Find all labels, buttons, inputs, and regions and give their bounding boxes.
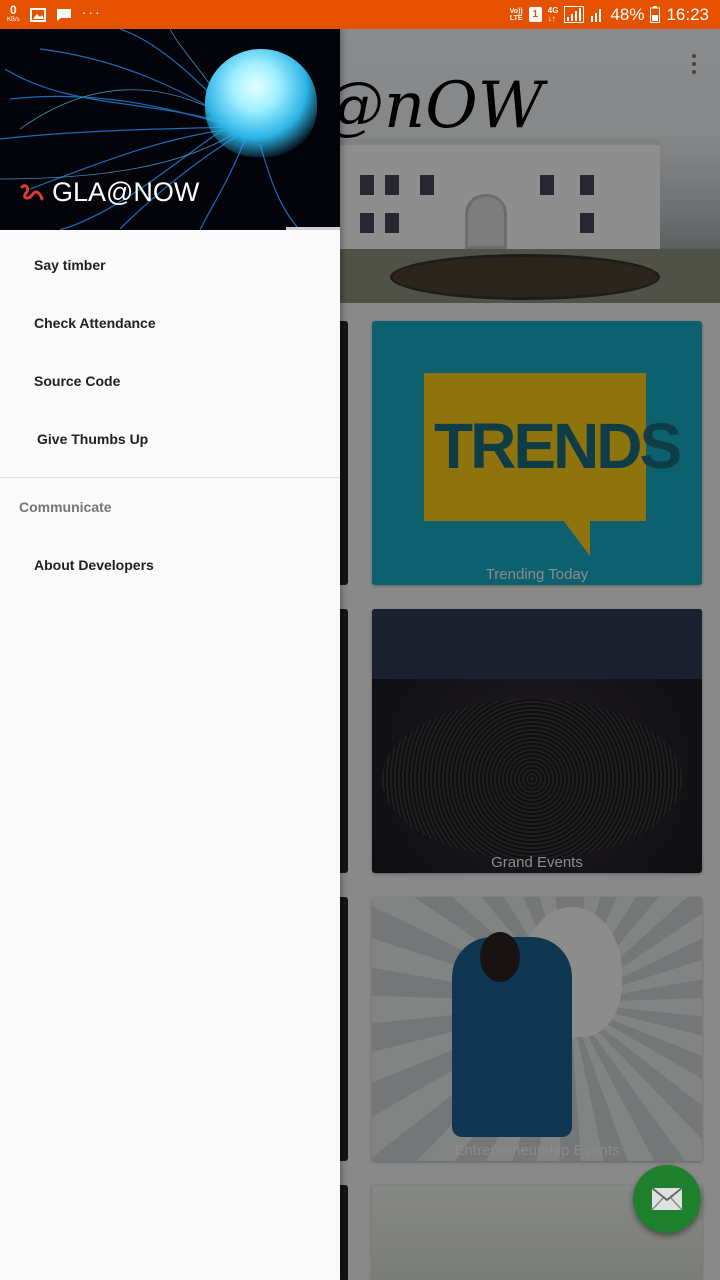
menu-item-about-developers[interactable]: About Developers: [0, 536, 340, 594]
status-bar: 0 KB/s ··· Vo)) LTE 1 4G ↓↑ 48% 16:23: [0, 0, 720, 29]
navigation-drawer: GLA@NOW Say timber Check Attendance Sour…: [0, 29, 340, 1280]
battery-percent: 48%: [610, 4, 645, 24]
menu-item-check-attendance[interactable]: Check Attendance: [0, 294, 340, 352]
drawer-brand: GLA@NOW: [18, 177, 199, 208]
sim-icon: 1: [528, 7, 542, 22]
menu-item-give-thumbs-up[interactable]: Give Thumbs Up: [0, 410, 340, 468]
brand-squiggle-icon: [20, 183, 44, 200]
clock: 16:23: [666, 4, 709, 24]
jellyfish-body: [205, 49, 317, 157]
drawer-menu: Say timber Check Attendance Source Code …: [0, 230, 340, 594]
gallery-notification-icon: [29, 7, 46, 22]
drawer-header: GLA@NOW: [0, 29, 340, 230]
menu-item-say-timber[interactable]: Say timber: [0, 236, 340, 294]
volte-indicator: Vo)) LTE: [509, 7, 523, 22]
mail-fab-button[interactable]: [633, 1165, 701, 1233]
mail-icon: [651, 1187, 683, 1211]
network-type-indicator: 4G ↓↑: [547, 5, 559, 23]
drawer-title: GLA@NOW: [52, 177, 200, 207]
section-header-communicate: Communicate: [19, 499, 112, 515]
data-speed-indicator: 0 KB/s: [7, 3, 20, 23]
battery-icon: [650, 6, 661, 23]
signal-2-icon: [591, 9, 602, 22]
menu-item-source-code[interactable]: Source Code: [0, 352, 340, 410]
message-notification-icon: [56, 8, 71, 21]
signal-icon: [564, 6, 585, 23]
more-notifications-icon: ···: [81, 3, 102, 20]
